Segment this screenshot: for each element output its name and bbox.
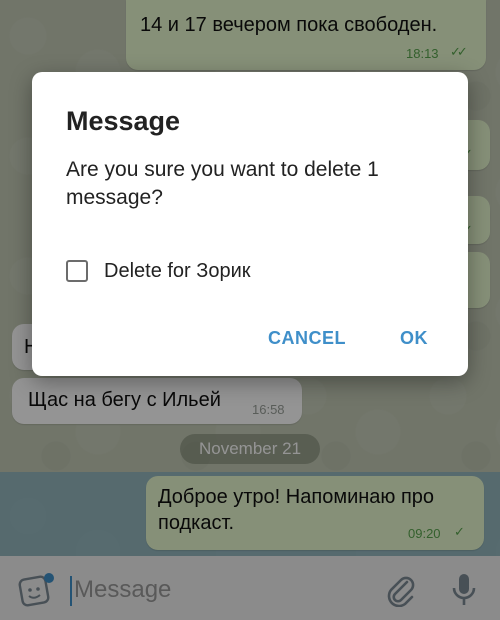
dialog-message: Are you sure you want to delete 1 messag… (66, 158, 379, 209)
delete-message-dialog: Message Are you sure you want to delete … (32, 72, 468, 376)
delete-for-checkbox-row[interactable]: Delete for Зорик (66, 256, 251, 286)
cancel-button[interactable]: CANCEL (268, 328, 346, 349)
dialog-title: Message (66, 106, 181, 136)
checkbox-label: Delete for Зорик (104, 259, 251, 282)
delete-for-checkbox[interactable] (66, 260, 88, 282)
ok-button[interactable]: OK (400, 328, 428, 349)
